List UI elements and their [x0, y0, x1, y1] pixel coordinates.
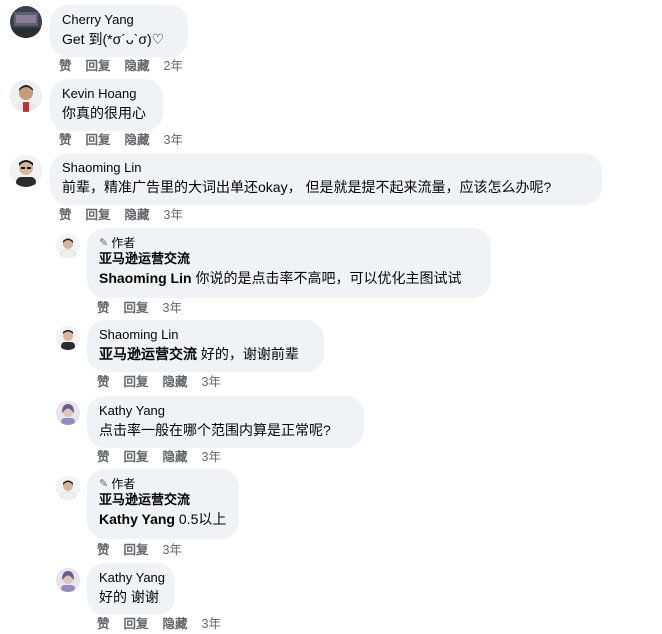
- commenter-name[interactable]: Kathy Yang: [99, 570, 165, 586]
- reply-button[interactable]: 回复: [86, 208, 111, 222]
- comment-timestamp[interactable]: 3年: [164, 208, 183, 222]
- comment-actions: 赞 回复 隐藏 3年: [97, 617, 221, 631]
- reply-button[interactable]: 回复: [86, 133, 111, 147]
- commenter-name[interactable]: Kathy Yang: [99, 403, 352, 419]
- comment-bubble: ✎ 作者 亚马逊运营交流 Kathy Yang 0.5以上: [87, 469, 239, 539]
- hide-button[interactable]: 隐藏: [163, 450, 188, 464]
- mention-link[interactable]: 亚马逊运营交流: [99, 346, 197, 362]
- reply-button[interactable]: 回复: [124, 375, 149, 389]
- commenter-name[interactable]: Cherry Yang: [62, 12, 176, 28]
- mention-link[interactable]: Kathy Yang: [99, 511, 175, 527]
- reply-button[interactable]: 回复: [86, 59, 111, 73]
- comment-actions: 赞 回复 隐藏 3年: [59, 133, 183, 147]
- commenter-name[interactable]: Kevin Hoang: [62, 86, 151, 102]
- like-button[interactable]: 赞: [59, 133, 72, 147]
- avatar[interactable]: [10, 155, 42, 187]
- author-badge: ✎ 作者: [99, 236, 479, 251]
- comment-bubble: ✎ 作者 亚马逊运营交流 Shaoming Lin 你说的是点击率不高吧，可以优…: [87, 228, 491, 298]
- mention-link[interactable]: Shaoming Lin: [99, 270, 192, 286]
- commenter-name[interactable]: Shaoming Lin: [62, 160, 590, 176]
- comment-text: 前辈，精准广告里的大词出单还okay， 但是就是提不起来流量，应该怎么办呢?: [62, 179, 552, 195]
- hide-button[interactable]: 隐藏: [163, 617, 188, 631]
- comment-text: 好的 谢谢: [99, 589, 159, 605]
- like-button[interactable]: 赞: [97, 543, 110, 557]
- comment-text: Shaoming Lin 你说的是点击率不高吧，可以优化主图试试: [99, 269, 479, 287]
- hide-button[interactable]: 隐藏: [163, 375, 188, 389]
- reply-button[interactable]: 回复: [124, 301, 149, 315]
- reply-button[interactable]: 回复: [124, 617, 149, 631]
- comment-actions: 赞 回复 隐藏 3年: [59, 208, 183, 222]
- author-badge-label: 作者: [111, 477, 136, 491]
- like-button[interactable]: 赞: [97, 617, 110, 631]
- avatar[interactable]: [56, 234, 80, 258]
- comment-body: 好的，谢谢前辈: [197, 346, 299, 362]
- commenter-name[interactable]: 亚马逊运营交流: [99, 492, 227, 508]
- avatar[interactable]: [56, 326, 80, 350]
- comment-actions: 赞 回复 隐藏 2年: [59, 59, 183, 73]
- comment-bubble: Kathy Yang 点击率一般在哪个范围内算是正常呢?: [87, 396, 364, 448]
- avatar[interactable]: [56, 476, 80, 500]
- comment-text: Get 到(*σ´ᴗ`σ)♡: [62, 31, 165, 47]
- avatar[interactable]: [10, 6, 42, 38]
- comment-timestamp[interactable]: 3年: [164, 133, 183, 147]
- comment-actions: 赞 回复 3年: [97, 301, 182, 315]
- hide-button[interactable]: 隐藏: [125, 59, 150, 73]
- comment-timestamp[interactable]: 3年: [202, 617, 221, 631]
- comment-text: Kathy Yang 0.5以上: [99, 510, 227, 528]
- commenter-name[interactable]: Shaoming Lin: [99, 327, 312, 343]
- avatar[interactable]: [56, 401, 80, 425]
- hide-button[interactable]: 隐藏: [125, 208, 150, 222]
- comment-timestamp[interactable]: 2年: [164, 59, 183, 73]
- comment-body: 你说的是点击率不高吧，可以优化主图试试: [191, 270, 462, 286]
- comment-text: 点击率一般在哪个范围内算是正常呢?: [99, 422, 331, 438]
- avatar[interactable]: [56, 568, 80, 592]
- author-badge: ✎ 作者: [99, 477, 227, 492]
- hide-button[interactable]: 隐藏: [125, 133, 150, 147]
- reply-button[interactable]: 回复: [124, 543, 149, 557]
- comment-timestamp[interactable]: 3年: [202, 450, 221, 464]
- comment-text: 你真的很用心: [62, 105, 146, 121]
- comment-text: 亚马逊运营交流 好的，谢谢前辈: [99, 345, 312, 363]
- comment-timestamp[interactable]: 3年: [163, 543, 182, 557]
- comment-timestamp[interactable]: 3年: [202, 375, 221, 389]
- pencil-icon: ✎: [99, 478, 109, 490]
- like-button[interactable]: 赞: [59, 208, 72, 222]
- like-button[interactable]: 赞: [97, 375, 110, 389]
- comment-actions: 赞 回复 隐藏 3年: [97, 450, 221, 464]
- comment-bubble: Kevin Hoang 你真的很用心: [50, 79, 163, 131]
- comment-bubble: Shaoming Lin 前辈，精准广告里的大词出单还okay， 但是就是提不起…: [50, 153, 602, 205]
- like-button[interactable]: 赞: [97, 450, 110, 464]
- comment-body: 0.5以上: [175, 511, 227, 527]
- comment-timestamp[interactable]: 3年: [163, 301, 182, 315]
- author-badge-label: 作者: [111, 236, 136, 250]
- comment-bubble: Shaoming Lin 亚马逊运营交流 好的，谢谢前辈: [87, 320, 324, 372]
- like-button[interactable]: 赞: [97, 301, 110, 315]
- comment-bubble: Kathy Yang 好的 谢谢: [87, 563, 175, 615]
- comment-bubble: Cherry Yang Get 到(*σ´ᴗ`σ)♡: [50, 5, 188, 57]
- comment-actions: 赞 回复 3年: [97, 543, 182, 557]
- pencil-icon: ✎: [99, 237, 109, 249]
- commenter-name[interactable]: 亚马逊运营交流: [99, 251, 479, 267]
- comment-actions: 赞 回复 隐藏 3年: [97, 375, 221, 389]
- avatar[interactable]: [10, 80, 42, 112]
- like-button[interactable]: 赞: [59, 59, 72, 73]
- reply-button[interactable]: 回复: [124, 450, 149, 464]
